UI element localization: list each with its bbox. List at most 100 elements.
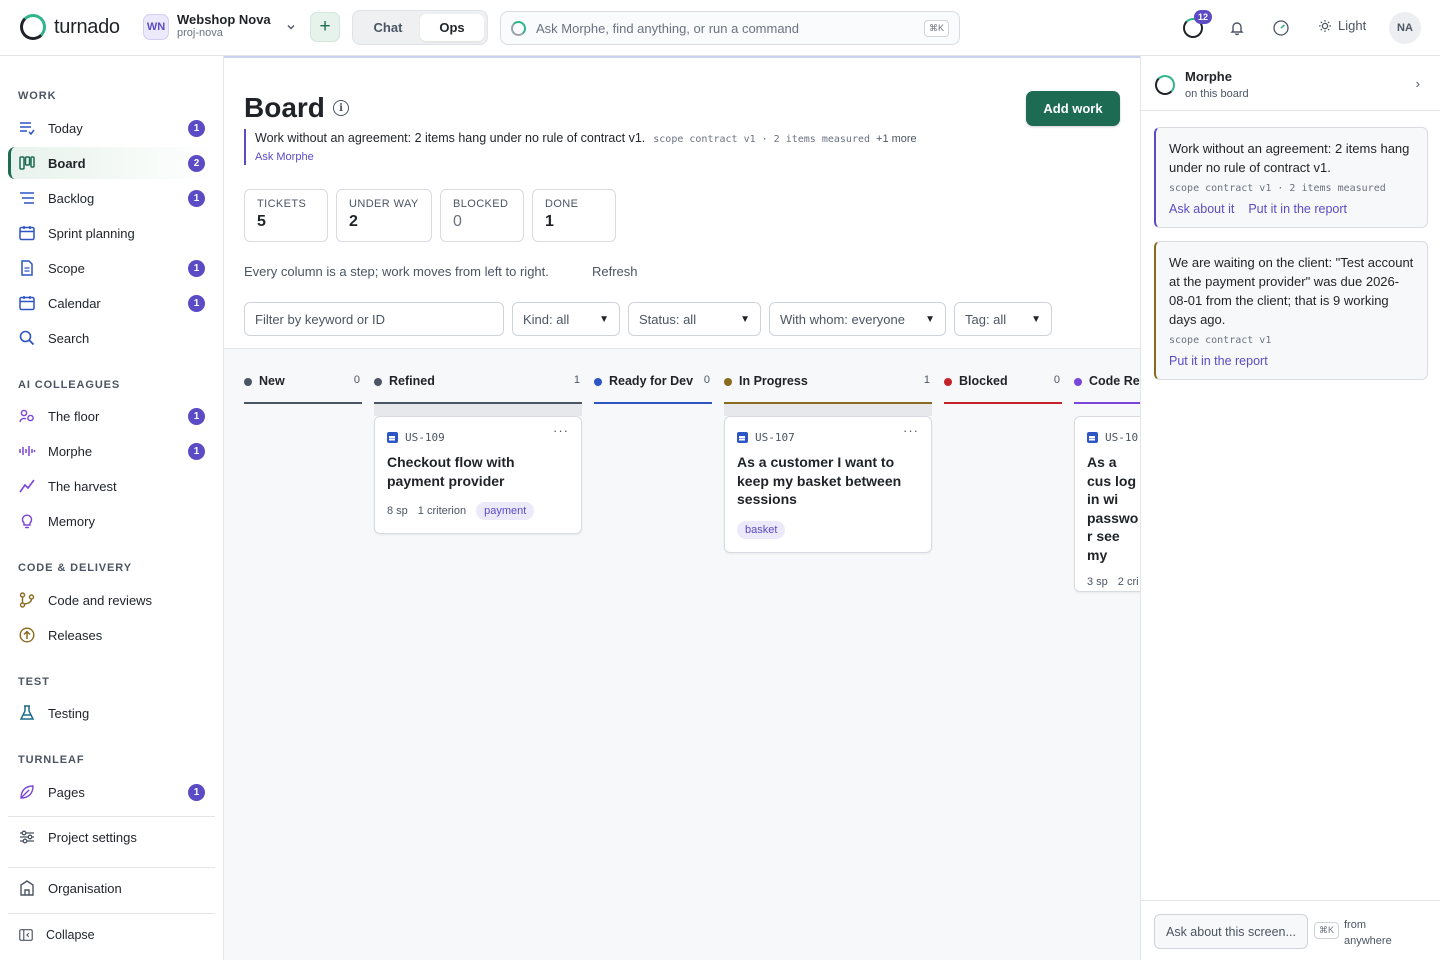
logo-icon	[20, 14, 46, 40]
command-bar[interactable]: Ask Morphe, find anything, or run a comm…	[500, 11, 960, 45]
theme-toggle[interactable]: Light	[1318, 18, 1366, 33]
put-in-report-link[interactable]: Put it in the report	[1248, 202, 1347, 216]
add-work-button[interactable]: Add work	[1026, 91, 1120, 126]
sidebar-item-backlog[interactable]: Backlog 1	[8, 182, 215, 214]
project-avatar: WN	[143, 13, 169, 40]
user-avatar[interactable]: NA	[1389, 12, 1421, 44]
more-options-icon[interactable]: ···	[553, 423, 569, 438]
sidebar-item-label: Board	[48, 155, 86, 171]
ask-screen-placeholder: Ask about this screen...	[1166, 924, 1296, 939]
collapse-label: Collapse	[46, 928, 95, 942]
section-work: WORK	[18, 90, 57, 102]
plus-icon: +	[319, 16, 331, 37]
count-badge: 1	[188, 784, 205, 801]
notice-more-link[interactable]: +1 more	[876, 133, 917, 145]
count-badge: 1	[188, 260, 205, 277]
sidebar-item-label: Memory	[48, 513, 95, 529]
leaf-icon	[20, 785, 34, 799]
ticket-title: As a cus log in wi passwor see my	[1087, 454, 1139, 563]
calendar-icon	[19, 296, 35, 311]
sidebar-item-the-harvest[interactable]: The harvest	[8, 470, 215, 502]
insight-message: Work without an agreement: 2 items hang …	[1169, 141, 1410, 175]
story-icon	[1087, 432, 1098, 443]
sidebar-item-code-and-reviews[interactable]: Code and reviews	[8, 584, 215, 616]
project-switcher[interactable]: WN Webshop Nova proj-nova	[143, 13, 297, 40]
chevron-down-icon	[287, 24, 295, 29]
gauge-icon[interactable]	[1271, 18, 1291, 38]
command-shortcut: ⌘K	[923, 19, 949, 37]
create-button[interactable]: +	[310, 12, 340, 42]
sidebar-item-morphe[interactable]: Morphe 1	[8, 435, 215, 467]
insight-meta: scope contract v1 · 2 items measured	[1169, 183, 1386, 194]
sidebar-item-releases[interactable]: Releases	[8, 619, 215, 651]
sidebar-item-label: Releases	[48, 627, 103, 643]
collapse-sidebar-icon	[19, 929, 33, 941]
refresh-button[interactable]: Refresh	[592, 264, 638, 279]
more-options-icon[interactable]: ···	[903, 423, 919, 438]
column-in-progress: In Progress 1	[724, 374, 932, 404]
building-icon	[20, 880, 34, 896]
morphe-icon	[1155, 75, 1175, 95]
tab-chat[interactable]: Chat	[356, 14, 420, 41]
sidebar-item-the-floor[interactable]: The floor 1	[8, 400, 215, 432]
sidebar-item-label: Morphe	[48, 443, 93, 459]
status-select[interactable]: Status: all ▼	[628, 302, 761, 336]
sidebar-collapse-button[interactable]: Collapse	[8, 919, 215, 951]
sidebar-item-label: Search	[48, 330, 90, 346]
sidebar-item-search[interactable]: Search	[8, 322, 215, 354]
sidebar-item-label: The harvest	[48, 478, 117, 494]
tab-ops[interactable]: Ops	[420, 14, 484, 41]
sidebar-item-label: Calendar	[48, 295, 101, 311]
divider	[8, 816, 215, 817]
column-title: Code Re	[1089, 374, 1140, 388]
chevron-right-icon[interactable]: ›	[1416, 76, 1420, 91]
ticket-tag[interactable]: payment	[476, 502, 535, 520]
keyword-filter-placeholder: Filter by keyword or ID	[255, 311, 386, 327]
sidebar-item-sprint-planning[interactable]: Sprint planning	[8, 217, 215, 249]
column-dot	[374, 378, 382, 386]
ask-about-it-link[interactable]: Ask about it	[1169, 202, 1234, 216]
ticket-card-us-10x[interactable]: US-10 As a cus log in wi passwor see my …	[1074, 416, 1140, 592]
ticket-tag[interactable]: basket	[737, 520, 786, 539]
column-code-review: Code Re	[1074, 374, 1140, 404]
sidebar-item-memory[interactable]: Memory	[8, 505, 215, 537]
panel-subtitle: on this board	[1185, 88, 1249, 100]
sidebar-item-pages[interactable]: Pages 1	[8, 776, 215, 808]
ask-screen-input[interactable]: Ask about this screen...	[1154, 914, 1308, 949]
bell-icon[interactable]	[1227, 18, 1247, 38]
chevron-down-icon: ▼	[1031, 313, 1041, 325]
kind-select[interactable]: Kind: all ▼	[512, 302, 620, 336]
put-in-report-link[interactable]: Put it in the report	[1169, 354, 1268, 368]
sidebar-item-label: The floor	[48, 408, 100, 424]
whom-select[interactable]: With whom: everyone ▼	[769, 302, 946, 336]
branch-icon	[19, 592, 35, 608]
column-dot	[724, 378, 732, 386]
info-icon[interactable]: i	[333, 100, 349, 116]
page-title: Board	[244, 92, 325, 123]
sidebar-item-organisation[interactable]: Organisation	[8, 872, 215, 904]
sidebar-item-board[interactable]: Board 2	[8, 147, 215, 179]
app-logo[interactable]: turnado	[20, 14, 120, 40]
ticket-card-us-109[interactable]: US-109 ··· Checkout flow with payment pr…	[374, 416, 582, 534]
sidebar-item-scope[interactable]: Scope 1	[8, 252, 215, 284]
upload-circle-icon	[19, 627, 35, 643]
sidebar-item-label: Today	[48, 120, 83, 136]
column-count: 0	[1053, 374, 1060, 386]
ask-morphe-link[interactable]: Ask Morphe	[255, 149, 944, 165]
board-explanation: Every column is a step; work moves from …	[244, 264, 549, 279]
sidebar-item-project-settings[interactable]: Project settings	[8, 821, 215, 853]
search-icon	[19, 330, 35, 346]
sidebar-item-calendar[interactable]: Calendar 1	[8, 287, 215, 319]
count-badge: 1	[188, 295, 205, 312]
people-icon	[19, 409, 34, 423]
stat-blocked: BLOCKED 0	[440, 189, 524, 242]
agreement-notice: Work without an agreement: 2 items hang …	[244, 129, 944, 165]
column-count: 0	[703, 374, 710, 386]
count-badge: 1	[188, 190, 205, 207]
tag-select[interactable]: Tag: all ▼	[954, 302, 1052, 336]
keyword-filter-input[interactable]: Filter by keyword or ID	[244, 302, 504, 336]
sidebar-item-testing[interactable]: Testing	[8, 697, 215, 729]
sidebar-item-today[interactable]: Today 1	[8, 112, 215, 144]
ticket-card-us-107[interactable]: US-107 ··· As a customer I want to keep …	[724, 416, 932, 553]
stat-value: 1	[545, 213, 554, 230]
